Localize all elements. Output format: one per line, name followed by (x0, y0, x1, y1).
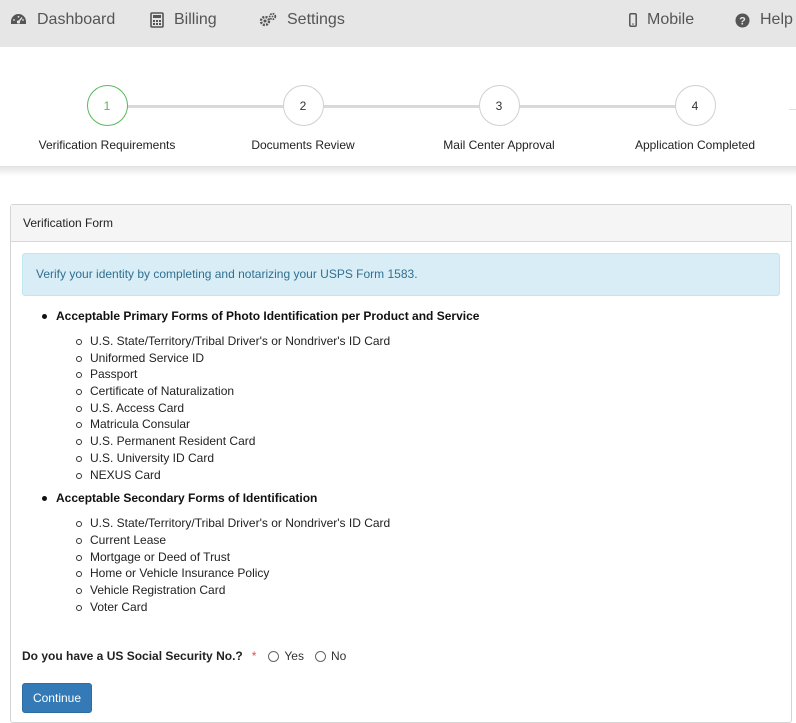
list-item: NEXUS Card (40, 467, 780, 484)
list-item: U.S. State/Territory/Tribal Driver's or … (40, 515, 780, 532)
continue-button[interactable]: Continue (22, 683, 92, 713)
svg-text:?: ? (739, 15, 746, 27)
list-item: Current Lease (40, 532, 780, 549)
step-label-4: Application Completed (634, 138, 756, 152)
step-2: 2 Documents Review (223, 85, 383, 152)
gears-icon (259, 12, 277, 28)
list-item: Mortgage or Deed of Trust (40, 549, 780, 566)
radio-circle-icon[interactable] (268, 650, 280, 662)
list-item: U.S. State/Territory/Tribal Driver's or … (40, 333, 780, 350)
ssn-no-label: No (330, 649, 347, 663)
radio-circle-icon[interactable] (314, 650, 326, 662)
list-item: U.S. Access Card (40, 400, 780, 417)
primary-forms-list: U.S. State/Territory/Tribal Driver's or … (40, 333, 780, 483)
divider (0, 166, 796, 176)
step-circle-4: 4 (674, 85, 716, 126)
calculator-icon (150, 12, 164, 28)
nav-help[interactable]: ? Help (735, 0, 793, 40)
step-3: 3 Mail Center Approval (419, 85, 579, 152)
nav-dashboard-label: Dashboard (37, 11, 116, 28)
list-item: Voter Card (40, 599, 780, 616)
primary-forms-title: Acceptable Primary Forms of Photo Identi… (40, 309, 780, 325)
ssn-yes-radio[interactable]: Yes (268, 649, 304, 663)
nav-help-label: Help (760, 11, 793, 28)
step-label-2: Documents Review (251, 138, 355, 152)
info-alert: Verify your identity by completing and n… (22, 253, 780, 296)
step-4: 4 Application Completed (615, 85, 775, 152)
top-navbar: Dashboard Billing Settings Mobile ? Help (0, 0, 796, 47)
dashboard-icon (10, 13, 27, 27)
nav-settings[interactable]: Settings (259, 0, 345, 40)
nav-billing[interactable]: Billing (150, 0, 217, 40)
list-item: Certificate of Naturalization (40, 383, 780, 400)
list-item: Vehicle Registration Card (40, 582, 780, 599)
secondary-forms-title: Acceptable Secondary Forms of Identifica… (40, 491, 780, 507)
mobile-icon (629, 13, 637, 27)
nav-billing-label: Billing (174, 11, 217, 28)
secondary-forms-list: U.S. State/Territory/Tribal Driver's or … (40, 515, 780, 615)
panel-title: Verification Form (11, 205, 791, 242)
nav-settings-label: Settings (287, 11, 345, 28)
step-circle-3: 3 (478, 85, 520, 126)
nav-mobile[interactable]: Mobile (629, 0, 694, 40)
divider (789, 109, 796, 110)
step-1: 1 Verification Requirements (27, 85, 187, 152)
ssn-no-radio[interactable]: No (314, 649, 347, 663)
id-forms-list: Acceptable Primary Forms of Photo Identi… (40, 309, 780, 615)
list-item: U.S. University ID Card (40, 450, 780, 467)
step-label-3: Mail Center Approval (443, 138, 555, 152)
required-marker: * (251, 649, 257, 663)
ssn-question-label: Do you have a US Social Security No.? (22, 649, 243, 663)
ssn-question-row: Do you have a US Social Security No.? * … (22, 649, 357, 663)
list-item: Matricula Consular (40, 416, 780, 433)
question-circle-icon: ? (735, 13, 750, 28)
progress-stepper: 1 Verification Requirements 2 Documents … (0, 47, 796, 169)
list-item: Home or Vehicle Insurance Policy (40, 565, 780, 582)
verification-form-panel: Verification Form Verify your identity b… (10, 204, 792, 723)
step-label-1: Verification Requirements (38, 138, 176, 152)
list-item: Uniformed Service ID (40, 350, 780, 367)
nav-dashboard[interactable]: Dashboard (10, 0, 115, 40)
list-item: Passport (40, 366, 780, 383)
list-item: U.S. Permanent Resident Card (40, 433, 780, 450)
ssn-yes-label: Yes (284, 649, 304, 663)
step-circle-2: 2 (282, 85, 324, 126)
step-circle-1: 1 (86, 85, 128, 126)
nav-mobile-label: Mobile (647, 11, 695, 28)
